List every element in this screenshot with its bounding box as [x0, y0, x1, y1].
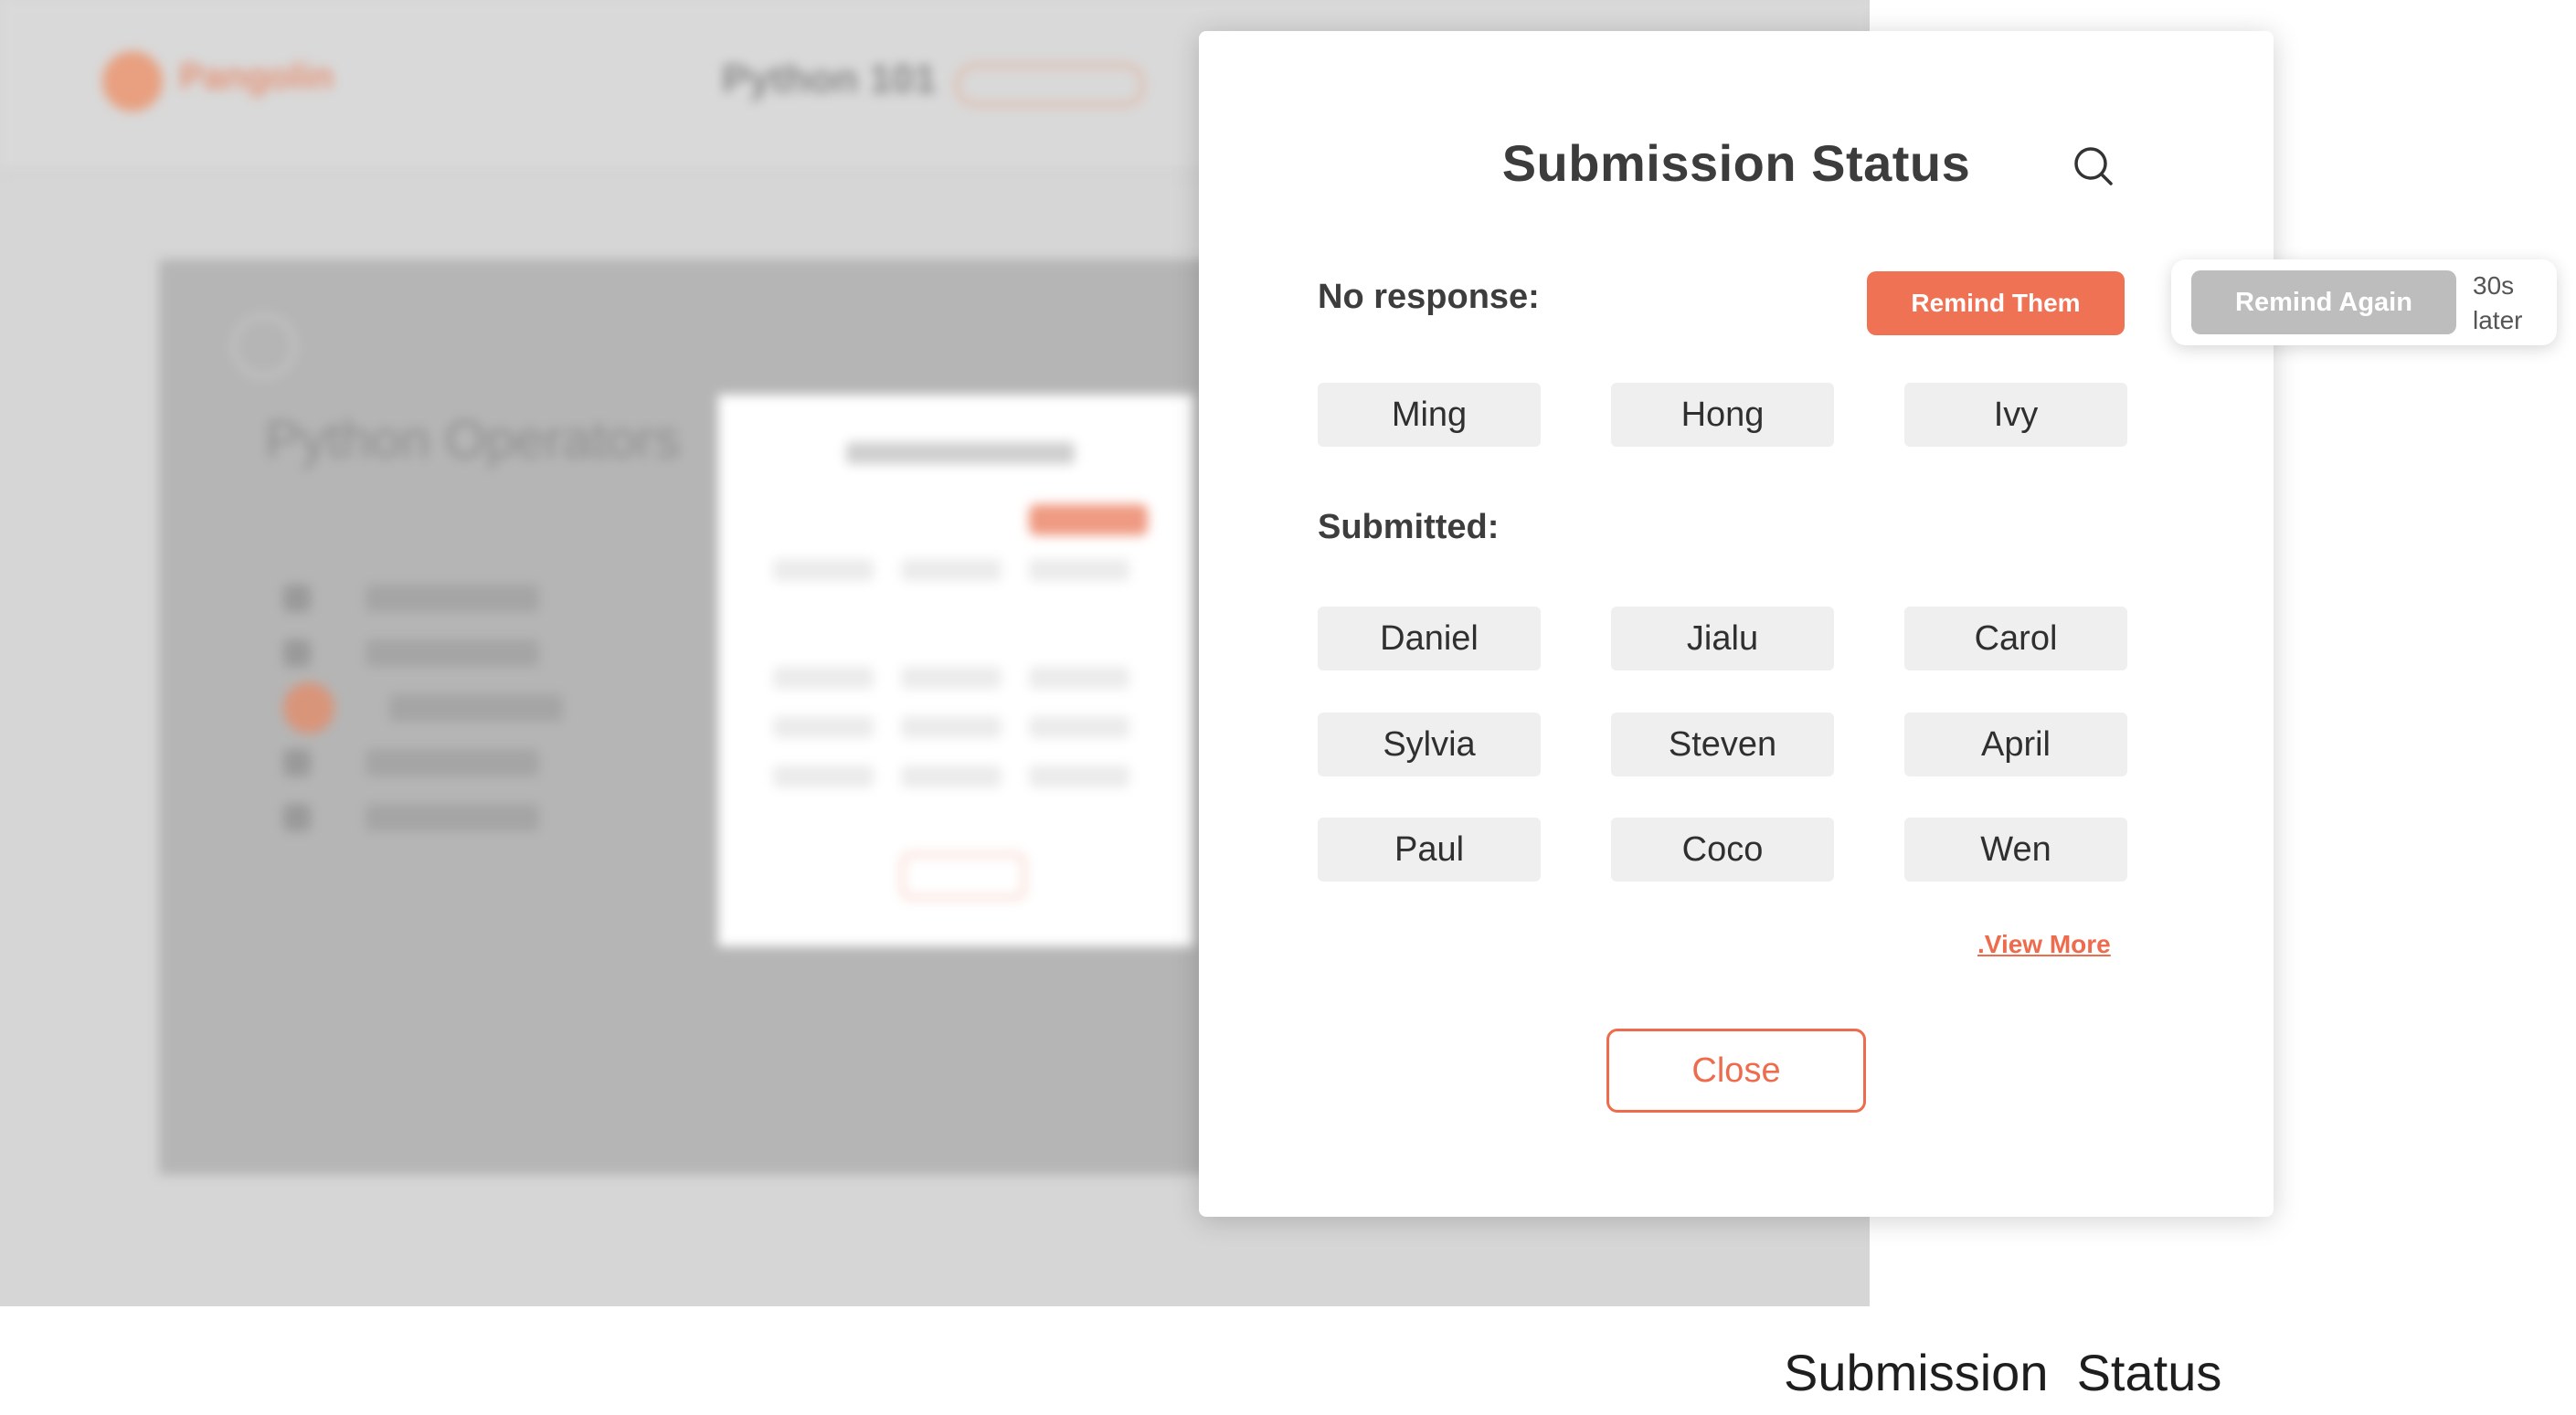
- mini-chip: [773, 667, 874, 689]
- background-list-text: [366, 804, 539, 831]
- mini-chip: [1029, 766, 1129, 787]
- mini-chip: [773, 766, 874, 787]
- operator-icon: [283, 639, 311, 667]
- background-list-text: [366, 585, 539, 612]
- student-chip-submitted[interactable]: Jialu: [1611, 607, 1834, 671]
- mini-chip: [773, 559, 874, 581]
- app-name: Pangolin: [179, 57, 334, 97]
- student-chip-submitted[interactable]: Steven: [1611, 713, 1834, 776]
- mini-chip: [901, 766, 1002, 787]
- view-more-link[interactable]: .View More: [1977, 930, 2111, 959]
- background-list-item: [283, 681, 563, 735]
- background-list-item: [283, 735, 563, 790]
- student-chip-submitted[interactable]: Daniel: [1318, 607, 1541, 671]
- mini-modal-title: [846, 442, 1075, 464]
- operator-icon: [283, 749, 311, 776]
- mini-close-button: [901, 853, 1025, 899]
- close-button[interactable]: Close: [1606, 1029, 1866, 1113]
- student-chip-submitted[interactable]: Coco: [1611, 818, 1834, 882]
- mini-chip: [773, 716, 874, 738]
- mini-chip: [1029, 559, 1129, 581]
- background-mini-modal: [718, 395, 1193, 946]
- figure-caption: Submission Status: [1784, 1344, 2222, 1401]
- student-chip-submitted[interactable]: Paul: [1318, 818, 1541, 882]
- student-chip-no-response[interactable]: Ivy: [1904, 383, 2127, 447]
- background-list-item: [283, 790, 563, 845]
- student-chip-no-response[interactable]: Ming: [1318, 383, 1541, 447]
- mini-chip: [901, 716, 1002, 738]
- search-icon-glyph: [2074, 147, 2113, 185]
- course-dropdown: [956, 64, 1144, 106]
- back-icon: [232, 314, 296, 378]
- no-response-label: No response:: [1318, 278, 1540, 316]
- remind-again-callout: Remind Again 30s later: [2171, 259, 2557, 345]
- mini-remind-button: [1029, 504, 1148, 535]
- background-list-item: [283, 626, 563, 681]
- student-chip-no-response[interactable]: Hong: [1611, 383, 1834, 447]
- remind-them-button[interactable]: Remind Them: [1867, 271, 2125, 335]
- background-list-text: [366, 749, 539, 776]
- cooldown-note: 30s later: [2473, 271, 2523, 334]
- remind-again-button[interactable]: Remind Again: [2191, 270, 2456, 334]
- course-title: Python 101: [722, 57, 937, 101]
- background-list-item: [283, 571, 563, 626]
- background-operator-list: [283, 571, 563, 845]
- mini-chip: [901, 667, 1002, 689]
- app-logo-icon: [102, 51, 163, 111]
- background-list-text: [366, 639, 539, 667]
- student-chip-submitted[interactable]: April: [1904, 713, 2127, 776]
- submission-status-modal: Submission Status No response: Remind Th…: [1199, 31, 2274, 1217]
- search-icon[interactable]: [2066, 139, 2121, 194]
- mini-chip: [901, 559, 1002, 581]
- background-list-text: [389, 694, 563, 722]
- student-chip-submitted[interactable]: Wen: [1904, 818, 2127, 882]
- student-chip-submitted[interactable]: Sylvia: [1318, 713, 1541, 776]
- submitted-label: Submitted:: [1318, 508, 1500, 546]
- mini-chip: [1029, 667, 1129, 689]
- background-page-title: Python Operators: [265, 410, 681, 470]
- operator-icon: [283, 804, 311, 831]
- mini-chip: [1029, 716, 1129, 738]
- student-chip-submitted[interactable]: Carol: [1904, 607, 2127, 671]
- operator-icon: [283, 585, 311, 612]
- operator-icon: [283, 682, 334, 734]
